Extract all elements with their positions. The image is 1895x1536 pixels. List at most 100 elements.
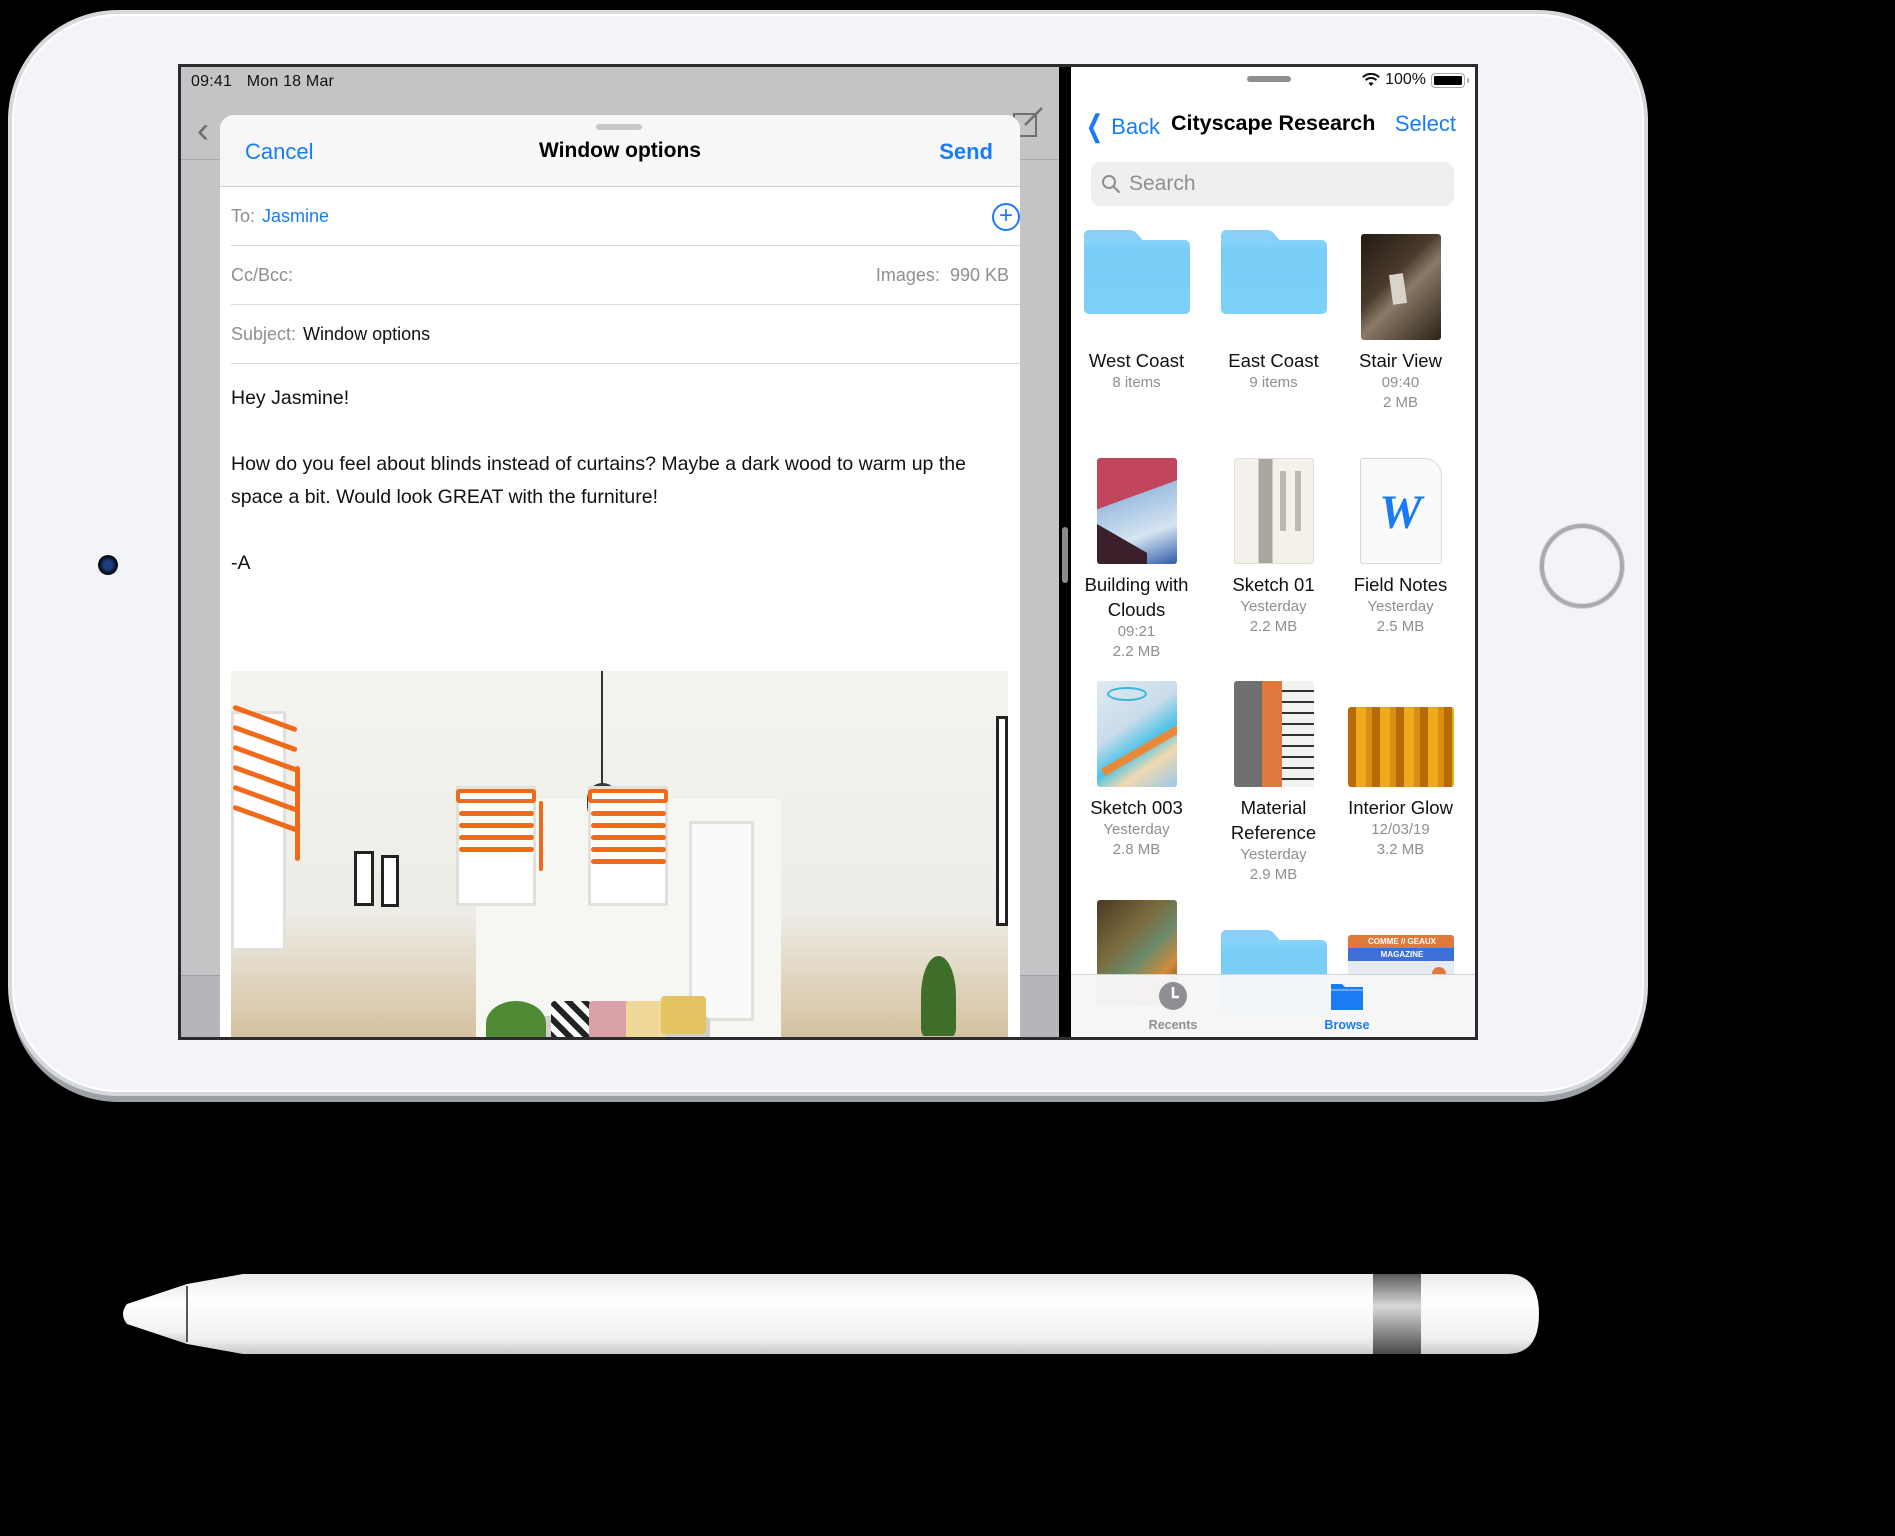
folder-tab-icon xyxy=(1331,984,1363,1010)
file-item-field-notes[interactable]: W Field Notes Yesterday 2.5 MB xyxy=(1337,454,1464,637)
photo-cabinet xyxy=(855,1038,1008,1040)
compose-sheet: Cancel Window options Send To: Jasmine +… xyxy=(220,115,1020,1040)
file-item-west-coast[interactable]: West Coast 8 items xyxy=(1073,230,1200,393)
subject-field[interactable]: Subject: Window options xyxy=(231,305,1020,364)
send-button[interactable]: Send xyxy=(939,139,993,165)
subject-value[interactable]: Window options xyxy=(303,324,430,345)
to-recipient[interactable]: Jasmine xyxy=(262,206,329,227)
file-meta: 2.9 MB xyxy=(1249,866,1298,883)
markup-stroke xyxy=(591,811,666,816)
back-button[interactable]: ❮ Back xyxy=(1082,109,1160,144)
folder-icon xyxy=(1220,230,1327,314)
folder-icon xyxy=(1083,230,1190,314)
files-app-pane: 100% ❮ Back Cityscape Research Select Se… xyxy=(1071,67,1475,1037)
images-label: Images: xyxy=(875,264,940,285)
markup-stroke xyxy=(295,766,300,861)
subject-label: Subject: xyxy=(231,323,297,344)
search-icon xyxy=(1102,175,1121,194)
file-item-material-reference[interactable]: Material Reference Yesterday 2.9 MB xyxy=(1210,677,1337,885)
image-thumbnail xyxy=(1347,707,1454,787)
file-meta: 3.2 MB xyxy=(1376,841,1425,858)
search-input[interactable]: Search xyxy=(1091,162,1454,206)
markup-stroke xyxy=(588,789,668,803)
add-contact-icon[interactable]: + xyxy=(992,203,1020,231)
photo-frame-right xyxy=(996,716,1008,926)
attached-room-photo[interactable] xyxy=(231,671,1008,1040)
file-name: West Coast xyxy=(1088,350,1185,371)
file-name: Sketch 003 xyxy=(1090,797,1183,818)
photo-window-center xyxy=(456,786,536,906)
photo-door xyxy=(689,821,754,1021)
file-item-east-coast[interactable]: East Coast 9 items xyxy=(1210,230,1337,393)
clock-icon xyxy=(1159,982,1187,1010)
photo-window-right xyxy=(588,786,668,906)
to-label: To: xyxy=(231,205,256,226)
photo-lamp-cord xyxy=(601,671,603,791)
photo-pillow xyxy=(661,996,706,1034)
file-meta: Yesterday xyxy=(1367,598,1434,615)
file-name: Interior Glow xyxy=(1348,797,1453,818)
file-meta: 9 items xyxy=(1249,374,1298,391)
file-meta: 12/03/19 xyxy=(1371,821,1430,838)
cc-bcc-field[interactable]: Cc/Bcc: Images: 990 KB xyxy=(231,246,1020,305)
slide-over-grabber[interactable] xyxy=(1247,76,1291,82)
compose-header: Cancel Window options Send xyxy=(220,115,1020,187)
tab-browse[interactable]: Browse xyxy=(1287,981,1407,1032)
compose-title: Window options xyxy=(539,139,701,162)
search-placeholder: Search xyxy=(1129,172,1196,195)
back-label: Back xyxy=(1111,113,1161,139)
image-thumbnail xyxy=(1096,458,1177,564)
chevron-left-icon: ❮ xyxy=(1085,110,1104,143)
markup-stroke xyxy=(459,811,534,816)
photo-pillow xyxy=(551,1001,591,1037)
photo-pillow xyxy=(589,1001,629,1037)
tab-recents[interactable]: Recents xyxy=(1113,981,1233,1032)
select-button[interactable]: Select xyxy=(1395,111,1456,137)
markup-stroke xyxy=(459,847,534,852)
battery-fill xyxy=(1434,75,1462,85)
file-name: Field Notes xyxy=(1353,574,1448,595)
file-meta: 2.2 MB xyxy=(1112,643,1161,660)
status-time: 09:41 xyxy=(191,73,233,90)
cc-bcc-label: Cc/Bcc: xyxy=(231,264,294,285)
markup-stroke xyxy=(459,835,534,840)
images-size-value: 990 KB xyxy=(949,264,1009,285)
file-meta: Yesterday xyxy=(1240,846,1307,863)
to-field[interactable]: To: Jasmine + xyxy=(231,187,1020,246)
markup-stroke xyxy=(591,823,666,828)
images-size-info[interactable]: Images: 990 KB xyxy=(876,265,1009,286)
file-name: Building with Clouds xyxy=(1084,574,1189,620)
sheet-grabber[interactable] xyxy=(596,124,642,130)
status-bar-left: 09:41 Mon 18 Mar xyxy=(191,73,344,91)
file-meta: 2 MB xyxy=(1382,394,1418,411)
file-item-interior-glow[interactable]: Interior Glow 12/03/19 3.2 MB xyxy=(1337,677,1464,860)
file-item-sketch-003[interactable]: Sketch 003 Yesterday 2.8 MB xyxy=(1073,677,1200,860)
file-meta: 2.5 MB xyxy=(1376,618,1425,635)
file-meta: Yesterday xyxy=(1103,821,1170,838)
image-thumbnail xyxy=(1233,681,1314,787)
image-thumbnail xyxy=(1360,234,1441,340)
file-name: Sketch 01 xyxy=(1232,574,1315,595)
tab-recents-label: Recents xyxy=(1148,1018,1198,1032)
pencil-body xyxy=(187,1274,1539,1354)
ipad-screen: 09:41 Mon 18 Mar ‹ Cancel Window options… xyxy=(178,64,1478,1040)
status-bar-right: 100% xyxy=(1362,71,1469,89)
tab-browse-label: Browse xyxy=(1324,1018,1370,1032)
photo-frame-2 xyxy=(381,855,399,907)
file-item-building-with-clouds[interactable]: Building with Clouds 09:21 2.2 MB xyxy=(1073,454,1200,662)
file-meta: 2.8 MB xyxy=(1112,841,1161,858)
file-item-sketch-01[interactable]: Sketch 01 Yesterday 2.2 MB xyxy=(1210,454,1337,637)
mail-body-editor[interactable]: Hey Jasmine! How do you feel about blind… xyxy=(220,364,1020,580)
battery-percent: 100% xyxy=(1385,71,1426,88)
image-thumbnail xyxy=(1233,458,1314,564)
file-meta: 2.2 MB xyxy=(1249,618,1298,635)
split-view-handle[interactable] xyxy=(1062,527,1068,583)
background-back-chevron-icon: ‹ xyxy=(197,109,209,150)
file-meta: 09:21 xyxy=(1117,623,1156,640)
battery-icon xyxy=(1431,72,1469,88)
status-date: Mon 18 Mar xyxy=(246,73,335,90)
body-greeting: Hey Jasmine! xyxy=(231,387,350,409)
file-item-stair-view[interactable]: Stair View 09:40 2 MB xyxy=(1337,230,1464,413)
home-button[interactable] xyxy=(1540,524,1624,608)
file-meta: 8 items xyxy=(1112,374,1161,391)
